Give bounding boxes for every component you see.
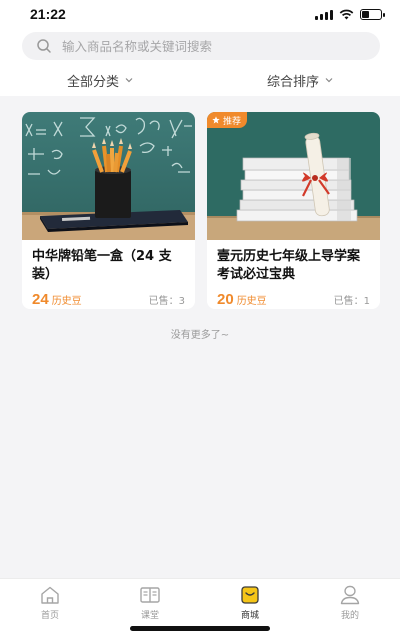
- search-box[interactable]: [22, 32, 380, 60]
- tab-label: 商城: [240, 611, 259, 621]
- product-title: 中华牌铅笔一盒（24 支装）: [32, 249, 172, 282]
- chevron-down-icon: [325, 78, 333, 83]
- tab-home[interactable]: 首页: [0, 579, 100, 636]
- product-price: 24: [32, 291, 49, 308]
- product-image-pencils: [22, 112, 195, 240]
- status-bar: 21:22: [0, 0, 400, 30]
- home-icon: [41, 586, 59, 604]
- recommend-badge: 推荐: [207, 112, 248, 128]
- wifi-icon: [339, 9, 354, 20]
- book-icon: [140, 587, 160, 603]
- sort-filter[interactable]: 综合排序: [200, 64, 400, 96]
- product-image-books: [207, 112, 380, 240]
- product-grid: 中华牌铅笔一盒（24 支装） 24 历史豆 已售：3 推荐 壹元历史七年级上导学…: [22, 112, 380, 309]
- tab-label: 首页: [40, 611, 59, 621]
- search-input[interactable]: [62, 38, 362, 54]
- category-filter-label: 全部分类: [66, 74, 119, 90]
- home-indicator: [130, 626, 270, 631]
- profile-icon: [340, 585, 360, 605]
- price-unit: 历史豆: [51, 296, 82, 307]
- filter-bar: 全部分类 综合排序: [0, 64, 400, 96]
- tab-label: 课堂: [140, 611, 159, 621]
- cellular-signal-icon: [315, 9, 333, 20]
- product-price: 20: [217, 291, 234, 308]
- price-unit: 历史豆: [236, 296, 267, 307]
- chevron-down-icon: [125, 78, 133, 83]
- product-card[interactable]: 推荐 壹元历史七年级上导学案考试必过宝典 20 历史豆 已售：1: [207, 112, 380, 309]
- search-icon: [37, 39, 51, 53]
- tab-profile[interactable]: 我的: [300, 579, 400, 636]
- sold-count: 已售：1: [333, 296, 370, 307]
- status-time: 21:22: [30, 6, 66, 22]
- list-end-text: 没有更多了~: [170, 330, 230, 341]
- search-bar: [0, 30, 400, 64]
- product-card[interactable]: 中华牌铅笔一盒（24 支装） 24 历史豆 已售：3: [22, 112, 195, 309]
- product-title: 壹元历史七年级上导学案考试必过宝典: [217, 249, 361, 282]
- star-icon: [212, 116, 220, 124]
- sold-count: 已售：3: [148, 296, 185, 307]
- category-filter[interactable]: 全部分类: [0, 64, 200, 96]
- tab-label: 我的: [340, 611, 359, 621]
- shop-icon: [241, 586, 259, 604]
- battery-icon: [360, 9, 385, 20]
- sort-filter-label: 综合排序: [266, 74, 319, 90]
- badge-label: 推荐: [223, 116, 242, 127]
- status-icons: [315, 9, 385, 20]
